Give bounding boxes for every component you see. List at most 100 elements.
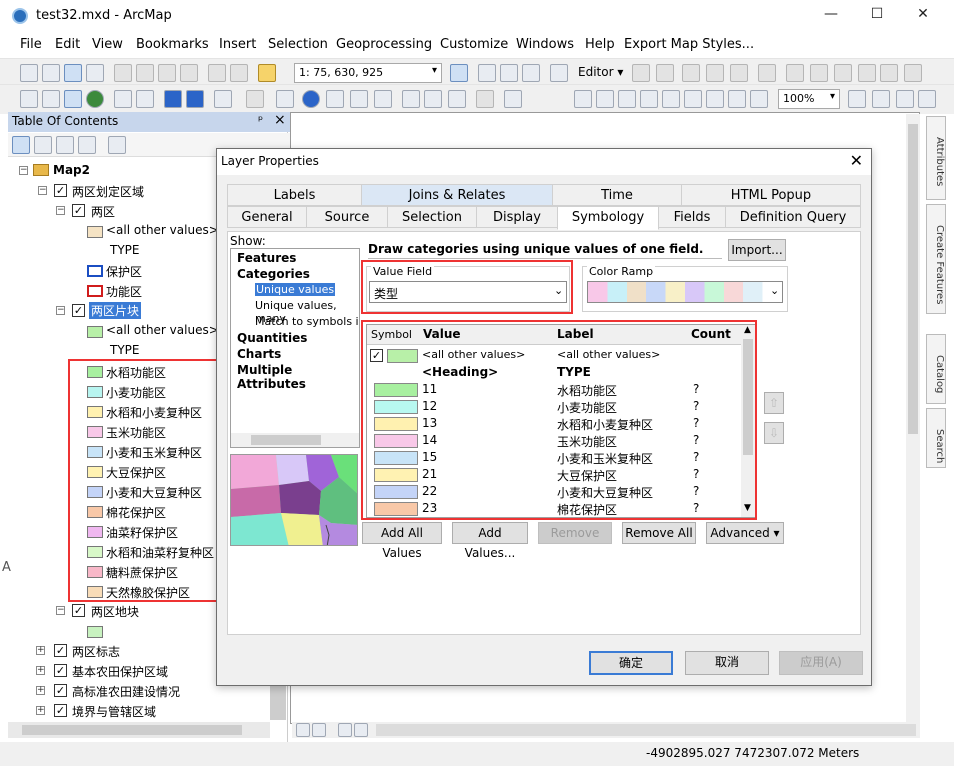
cut-polygons-icon[interactable]	[834, 64, 852, 82]
html-popup-icon[interactable]	[326, 90, 344, 108]
paste-icon[interactable]	[158, 64, 176, 82]
symbol-swatch[interactable]	[87, 326, 103, 338]
fixed-zoom-out-layout-icon[interactable]	[706, 90, 724, 108]
layer-visibility-checkbox[interactable]: ✓	[54, 684, 67, 697]
map-horizontal-scrollbar[interactable]	[376, 724, 916, 736]
cancel-button[interactable]: 取消	[685, 651, 769, 675]
create-features-tab[interactable]: Create Features	[926, 204, 946, 314]
layer-visibility-checkbox[interactable]: ✓	[54, 184, 67, 197]
symbol-swatch[interactable]	[87, 265, 103, 277]
menu-customize[interactable]: Customize	[440, 37, 508, 52]
show-item-unique-values[interactable]: Unique values	[255, 283, 336, 296]
go-to-xy-icon[interactable]	[448, 90, 466, 108]
show-item-quantities[interactable]: Quantities	[237, 331, 307, 345]
show-item-multiple-attributes[interactable]: Multiple Attributes	[237, 363, 359, 391]
show-item-categories[interactable]: Categories	[237, 267, 310, 281]
select-features-icon[interactable]	[214, 90, 232, 108]
catalog-window-icon[interactable]	[500, 64, 518, 82]
add-data-icon[interactable]	[258, 64, 276, 82]
collapse-icon[interactable]: −	[56, 306, 65, 315]
layout-view-icon[interactable]	[312, 723, 326, 737]
endpoint-arc-icon[interactable]	[706, 64, 724, 82]
zoom-in-icon[interactable]	[20, 90, 38, 108]
menu-help[interactable]: Help	[585, 37, 615, 52]
split-icon[interactable]	[858, 64, 876, 82]
ok-button[interactable]: 确定	[589, 651, 673, 675]
menu-edit[interactable]: Edit	[55, 37, 80, 52]
menu-windows[interactable]: Windows	[516, 37, 574, 52]
focus-data-frame-icon[interactable]	[872, 90, 890, 108]
layer-visibility-checkbox[interactable]: ✓	[54, 664, 67, 677]
trace-icon[interactable]	[730, 64, 748, 82]
search-window-icon[interactable]	[522, 64, 540, 82]
move-up-button[interactable]: ⇧	[764, 392, 784, 414]
print-icon[interactable]	[86, 64, 104, 82]
map-vertical-scrollbar[interactable]	[906, 114, 920, 724]
toc-close-icon[interactable]: ×	[274, 112, 286, 128]
zoom-whole-page-icon[interactable]	[640, 90, 658, 108]
import-button[interactable]: Import...	[728, 239, 786, 261]
tab-definition-query[interactable]: Definition Query	[725, 206, 861, 228]
layout-pan-icon[interactable]	[618, 90, 636, 108]
options-icon[interactable]	[108, 136, 126, 154]
tab-labels[interactable]: Labels	[227, 184, 362, 206]
layer-visibility-checkbox[interactable]: ✓	[72, 204, 85, 217]
symbol-swatch[interactable]	[87, 626, 103, 638]
selected-layer-name[interactable]: 两区片块	[89, 302, 142, 319]
minimize-button[interactable]: —	[816, 6, 846, 26]
menu-insert[interactable]: Insert	[219, 37, 256, 52]
editor-menu[interactable]: Editor ▾	[578, 65, 623, 79]
menu-geoprocessing[interactable]: Geoprocessing	[336, 37, 432, 52]
scrollbar-thumb[interactable]	[22, 725, 242, 735]
move-down-button[interactable]: ⇩	[764, 422, 784, 444]
tab-display[interactable]: Display	[476, 206, 558, 228]
new-icon[interactable]	[20, 64, 38, 82]
layout-zoom-combobox[interactable]: 100% ▾	[778, 89, 840, 109]
dialog-close-icon[interactable]: ✕	[850, 151, 863, 170]
tab-selection[interactable]: Selection	[387, 206, 477, 228]
fixed-zoom-in-layout-icon[interactable]	[684, 90, 702, 108]
layer-visibility-checkbox[interactable]: ✓	[72, 304, 85, 317]
table-icon[interactable]	[478, 64, 496, 82]
scrollbar-thumb[interactable]	[251, 435, 321, 445]
toc-vertical-scrollbar[interactable]	[270, 680, 286, 720]
show-item-match-symbols[interactable]: Match to symbols in a	[255, 315, 359, 328]
data-view-icon[interactable]	[296, 723, 310, 737]
expand-icon[interactable]: +	[36, 686, 45, 695]
collapse-map-icon[interactable]: −	[19, 166, 28, 175]
refresh-icon[interactable]	[338, 723, 352, 737]
layer-visibility-checkbox[interactable]: ✓	[54, 704, 67, 717]
open-icon[interactable]	[42, 64, 60, 82]
straight-segment-icon[interactable]	[682, 64, 700, 82]
maximize-button[interactable]: ☐	[862, 6, 892, 26]
data-driven-pages-icon[interactable]	[918, 90, 936, 108]
list-by-drawing-order-icon[interactable]	[12, 136, 30, 154]
redo-icon[interactable]	[230, 64, 248, 82]
tab-general[interactable]: General	[227, 206, 307, 228]
list-by-source-icon[interactable]	[34, 136, 52, 154]
add-values-button[interactable]: Add Values...	[452, 522, 528, 560]
measure-icon[interactable]	[374, 90, 392, 108]
time-slider-icon[interactable]	[476, 90, 494, 108]
color-ramp-select[interactable]: ⌄	[587, 281, 783, 303]
menu-export-map-styles[interactable]: Export Map Styles...	[624, 37, 754, 52]
reshape-icon[interactable]	[810, 64, 828, 82]
expand-icon[interactable]: +	[36, 646, 45, 655]
zoom-100-icon[interactable]	[662, 90, 680, 108]
tab-fields[interactable]: Fields	[658, 206, 726, 228]
go-back-extent-icon[interactable]	[728, 90, 746, 108]
show-list-scrollbar[interactable]	[231, 433, 359, 447]
expand-icon[interactable]: +	[36, 666, 45, 675]
tab-source[interactable]: Source	[306, 206, 388, 228]
apply-button[interactable]: 应用(A)	[779, 651, 863, 675]
remove-all-button[interactable]: Remove All	[622, 522, 696, 544]
fixed-zoom-in-icon[interactable]	[114, 90, 132, 108]
find-route-icon[interactable]	[424, 90, 442, 108]
identify-icon[interactable]	[302, 90, 320, 108]
close-button[interactable]: ✕	[908, 6, 938, 26]
symbol-swatch[interactable]	[87, 285, 103, 297]
remove-button[interactable]: Remove	[538, 522, 612, 544]
layout-zoom-out-icon[interactable]	[596, 90, 614, 108]
list-by-selection-icon[interactable]	[78, 136, 96, 154]
layer-visibility-checkbox[interactable]: ✓	[54, 644, 67, 657]
